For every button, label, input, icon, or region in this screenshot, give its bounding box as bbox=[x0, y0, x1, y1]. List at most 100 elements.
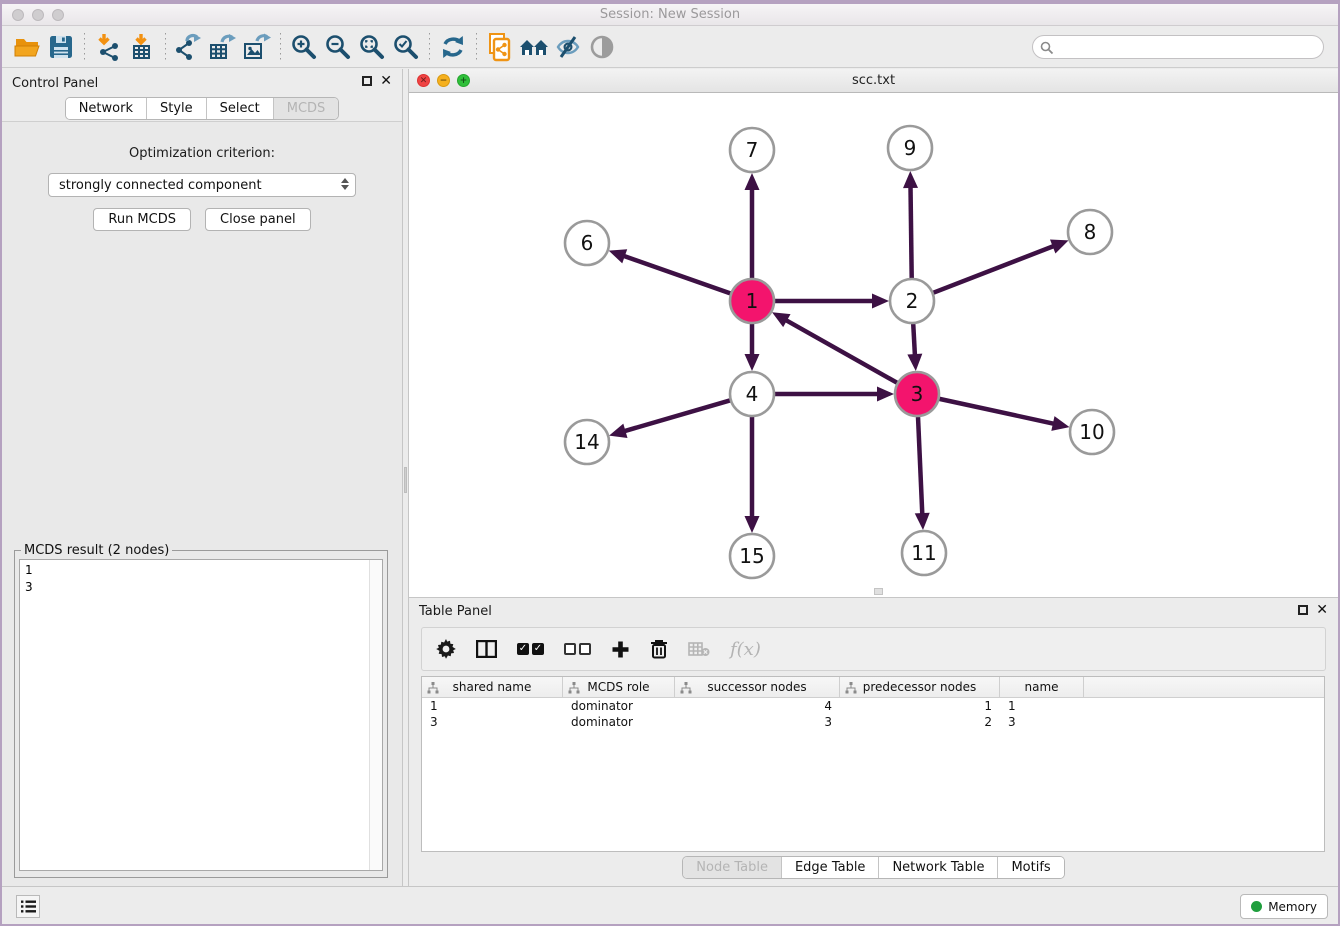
memory-label: Memory bbox=[1268, 900, 1317, 914]
control-panel-tabs: NetworkStyleSelectMCDS bbox=[65, 97, 340, 120]
zoom-selected-icon[interactable] bbox=[389, 31, 423, 63]
gear-icon[interactable] bbox=[436, 639, 456, 659]
split-column-icon[interactable] bbox=[476, 640, 497, 658]
table-row[interactable]: 1dominator411 bbox=[422, 698, 1324, 714]
table-cell[interactable]: 4 bbox=[675, 699, 840, 713]
table-cell[interactable]: 3 bbox=[1000, 715, 1084, 729]
tab-network[interactable]: Network bbox=[66, 98, 146, 119]
float-panel-icon[interactable] bbox=[362, 76, 372, 86]
graph-arrowhead bbox=[745, 354, 760, 371]
memory-status-icon bbox=[1251, 901, 1262, 912]
vertical-splitter[interactable] bbox=[402, 69, 409, 886]
hide-selected-icon[interactable] bbox=[551, 31, 585, 63]
tab-edge-table[interactable]: Edge Table bbox=[781, 857, 878, 878]
home-layout-icon[interactable] bbox=[517, 31, 551, 63]
open-session-icon[interactable] bbox=[10, 31, 44, 63]
tab-motifs[interactable]: Motifs bbox=[997, 857, 1063, 878]
network-graph[interactable]: 1234678910111415 bbox=[409, 93, 1340, 596]
control-panel-header: Control Panel ✕ bbox=[2, 69, 402, 97]
canvas-resize-handle[interactable] bbox=[874, 588, 883, 595]
table-cell[interactable]: dominator bbox=[563, 715, 675, 729]
search-input[interactable] bbox=[1032, 35, 1324, 59]
import-table-icon[interactable] bbox=[125, 31, 159, 63]
close-panel-button[interactable]: Close panel bbox=[205, 208, 311, 231]
mcds-result-title: MCDS result (2 nodes) bbox=[21, 543, 172, 558]
delete-table-icon-disabled bbox=[688, 641, 710, 657]
network-view-window: ✕ − + scc.txt 1234678910111415 bbox=[409, 69, 1338, 597]
export-network-icon[interactable] bbox=[172, 31, 206, 63]
result-scrollbar[interactable] bbox=[369, 560, 382, 870]
splitter-grip[interactable] bbox=[404, 467, 407, 493]
table-row[interactable]: 3dominator323 bbox=[422, 714, 1324, 730]
tab-node-table[interactable]: Node Table bbox=[683, 857, 781, 878]
app-window: Session: New Session bbox=[0, 0, 1340, 926]
zoom-fit-icon[interactable] bbox=[355, 31, 389, 63]
tab-network-table[interactable]: Network Table bbox=[878, 857, 997, 878]
graph-node-label: 1 bbox=[746, 289, 759, 313]
tab-select[interactable]: Select bbox=[206, 98, 273, 119]
table-cell[interactable]: 1 bbox=[840, 699, 1000, 713]
graph-edge-3-10[interactable] bbox=[939, 399, 1055, 424]
graph-edge-2-8[interactable] bbox=[933, 245, 1055, 292]
column-header-predecessor-nodes[interactable]: predecessor nodes bbox=[840, 677, 1000, 697]
graph-edge-4-14[interactable] bbox=[623, 400, 730, 431]
graph-node-label: 10 bbox=[1079, 420, 1104, 444]
column-header-successor-nodes[interactable]: successor nodes bbox=[675, 677, 840, 697]
show-all-icon[interactable] bbox=[585, 31, 619, 63]
optimization-criterion-select[interactable]: strongly connected component bbox=[48, 173, 356, 197]
graph-node-label: 3 bbox=[911, 382, 924, 406]
main-area: Control Panel ✕ NetworkStyleSelectMCDS O… bbox=[2, 69, 1338, 886]
graph-edge-2-3[interactable] bbox=[913, 324, 915, 357]
add-column-icon[interactable] bbox=[611, 640, 630, 659]
graph-edge-1-6[interactable] bbox=[622, 255, 730, 293]
tab-style[interactable]: Style bbox=[146, 98, 206, 119]
save-session-icon[interactable] bbox=[44, 31, 78, 63]
graph-arrowhead bbox=[903, 171, 918, 188]
import-network-icon[interactable] bbox=[91, 31, 125, 63]
graph-node-label: 7 bbox=[746, 138, 759, 162]
network-canvas[interactable]: 1234678910111415 bbox=[409, 93, 1338, 596]
table-header-row: shared nameMCDS rolesuccessor nodesprede… bbox=[422, 677, 1324, 698]
table-cell[interactable]: 1 bbox=[422, 699, 563, 713]
graph-arrowhead bbox=[745, 516, 760, 533]
memory-button[interactable]: Memory bbox=[1240, 894, 1328, 919]
select-all-checkboxes-icon[interactable]: ✓✓ bbox=[517, 643, 544, 655]
mcds-result-text[interactable]: 1 3 bbox=[19, 559, 383, 871]
refresh-icon[interactable] bbox=[436, 31, 470, 63]
graph-edge-3-1[interactable] bbox=[784, 319, 897, 383]
graph-edge-3-11[interactable] bbox=[918, 417, 922, 516]
table-cell[interactable]: 3 bbox=[675, 715, 840, 729]
zoom-in-icon[interactable] bbox=[287, 31, 321, 63]
graph-arrowhead bbox=[877, 387, 894, 402]
graph-arrowhead bbox=[1051, 416, 1069, 431]
tab-mcds[interactable]: MCDS bbox=[273, 98, 339, 119]
copy-network-icon[interactable] bbox=[483, 31, 517, 63]
float-table-panel-icon[interactable] bbox=[1298, 605, 1308, 615]
graph-node-label: 6 bbox=[581, 231, 594, 255]
column-header-shared-name[interactable]: shared name bbox=[422, 677, 563, 697]
column-header-name[interactable]: name bbox=[1000, 677, 1084, 697]
table-cell[interactable]: 1 bbox=[1000, 699, 1084, 713]
close-table-panel-icon[interactable]: ✕ bbox=[1316, 605, 1328, 615]
export-table-icon[interactable] bbox=[206, 31, 240, 63]
graph-edge-2-9[interactable] bbox=[910, 185, 911, 278]
task-history-button[interactable] bbox=[16, 895, 40, 918]
table-toolbar: ✓✓ f(x) bbox=[421, 627, 1326, 671]
table-cell[interactable]: dominator bbox=[563, 699, 675, 713]
mcds-tab-body: Optimization criterion: strongly connect… bbox=[2, 121, 402, 886]
table-cell[interactable]: 2 bbox=[840, 715, 1000, 729]
control-panel: Control Panel ✕ NetworkStyleSelectMCDS O… bbox=[2, 69, 402, 886]
column-header-MCDS-role[interactable]: MCDS role bbox=[563, 677, 675, 697]
graph-node-label: 2 bbox=[906, 289, 919, 313]
graph-node-label: 8 bbox=[1084, 220, 1097, 244]
run-mcds-button[interactable]: Run MCDS bbox=[93, 208, 191, 231]
export-image-icon[interactable] bbox=[240, 31, 274, 63]
deselect-all-checkboxes-icon[interactable] bbox=[564, 643, 591, 655]
zoom-out-icon[interactable] bbox=[321, 31, 355, 63]
search-field-wrap bbox=[1032, 35, 1324, 59]
table-cell[interactable]: 3 bbox=[422, 715, 563, 729]
window-titlebar: Session: New Session bbox=[2, 4, 1338, 26]
delete-column-icon[interactable] bbox=[650, 639, 668, 659]
close-panel-icon[interactable]: ✕ bbox=[380, 76, 392, 86]
graph-node-label: 4 bbox=[746, 382, 759, 406]
